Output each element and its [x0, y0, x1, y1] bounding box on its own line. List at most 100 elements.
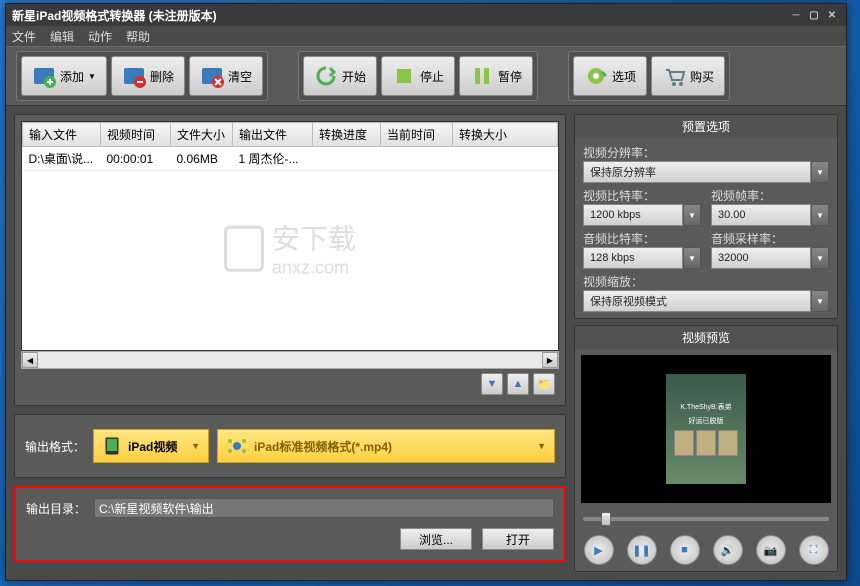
col-output[interactable]: 输出文件: [233, 123, 313, 147]
toolbar-group-file: 添加 ▼ 删除 清空: [16, 51, 268, 101]
col-progress[interactable]: 转换进度: [313, 123, 381, 147]
chevron-down-icon[interactable]: ▼: [811, 204, 829, 226]
abit-select[interactable]: 128 kbps▼: [583, 247, 701, 269]
snapshot-button[interactable]: 📷: [756, 535, 786, 565]
delete-label: 删除: [150, 68, 174, 85]
preview-controls: ▶ ❚❚ ■ 🔊 📷 ⛶: [575, 529, 837, 571]
scroll-right-icon[interactable]: ▶: [542, 352, 558, 368]
video-thumbnail: K.TheShyB:表弟 好运已脱版: [666, 374, 746, 484]
vfps-label: 视频帧率：: [711, 189, 771, 203]
chevron-down-icon: ▼: [191, 441, 200, 451]
options-button[interactable]: 选项: [573, 56, 647, 96]
lock-icon: [224, 225, 264, 271]
options-label: 选项: [612, 68, 636, 85]
mute-button[interactable]: 🔊: [713, 535, 743, 565]
file-list-panel: 输入文件 视频时间 文件大小 输出文件 转换进度 当前时间 转换大小 D:\桌面…: [14, 114, 566, 406]
preview-title: 视频预览: [575, 326, 837, 349]
gear-icon: [584, 64, 608, 88]
watermark: 安下载 anxz.com: [224, 218, 356, 279]
list-buttons: ▼ ▲ 📁: [21, 369, 559, 399]
chevron-down-icon: ▼: [537, 441, 546, 451]
chevron-down-icon[interactable]: ▼: [811, 290, 829, 312]
toolbar-group-convert: 开始 停止 暂停: [298, 51, 538, 101]
vres-select[interactable]: 保持原分辨率▼: [583, 161, 829, 183]
open-folder-button[interactable]: 📁: [533, 373, 555, 395]
preview-caption1: K.TheShyB:表弟: [680, 402, 731, 412]
stop-label: 停止: [420, 68, 444, 85]
start-button[interactable]: 开始: [303, 56, 377, 96]
preview-video[interactable]: K.TheShyB:表弟 好运已脱版: [581, 355, 831, 503]
start-label: 开始: [342, 68, 366, 85]
watermark-text1: 安下载: [272, 218, 356, 258]
app-window: 新星iPad视频格式转换器 (未注册版本) ─ ▢ ✕ 文件 编辑 动作 帮助 …: [5, 3, 847, 581]
app-title: 新星iPad视频格式转换器 (未注册版本): [12, 7, 217, 24]
scroll-left-icon[interactable]: ◀: [22, 352, 38, 368]
format-category-select[interactable]: iPad视频 ▼: [93, 429, 209, 463]
file-table[interactable]: 输入文件 视频时间 文件大小 输出文件 转换进度 当前时间 转换大小 D:\桌面…: [21, 121, 559, 351]
browse-button[interactable]: 浏览...: [400, 528, 472, 550]
col-csize[interactable]: 转换大小: [453, 123, 558, 147]
pause-label: 暂停: [498, 68, 522, 85]
maximize-icon[interactable]: ▢: [806, 8, 822, 22]
col-input[interactable]: 输入文件: [23, 123, 101, 147]
output-panel: 输出目录： 浏览... 打开: [14, 486, 566, 562]
delete-button[interactable]: 删除: [111, 56, 185, 96]
stop-button[interactable]: 停止: [381, 56, 455, 96]
cell-progress: [313, 147, 381, 171]
preview-panel: 视频预览 K.TheShyB:表弟 好运已脱版 ▶ ❚❚ ■ 🔊 �: [574, 325, 838, 572]
play-button[interactable]: ▶: [584, 535, 614, 565]
col-curtime[interactable]: 当前时间: [381, 123, 453, 147]
vscale-label: 视频缩放：: [583, 275, 643, 289]
vfps-select[interactable]: 30.00▼: [711, 204, 829, 226]
output-dir-input[interactable]: [94, 498, 554, 518]
seek-slider[interactable]: [575, 509, 837, 529]
vbit-label: 视频比特率：: [583, 189, 655, 203]
cell-vtime: 00:00:01: [101, 147, 171, 171]
chevron-down-icon[interactable]: ▼: [683, 247, 701, 269]
pause-preview-button[interactable]: ❚❚: [627, 535, 657, 565]
menu-edit[interactable]: 编辑: [50, 28, 74, 45]
film-add-icon: [32, 64, 56, 88]
preset-panel: 预置选项 视频分辨率： 保持原分辨率▼ 视频比特率： 1200 kbps▼ 视频…: [574, 114, 838, 319]
asr-select[interactable]: 32000▼: [711, 247, 829, 269]
menu-file[interactable]: 文件: [12, 28, 36, 45]
move-down-button[interactable]: ▼: [481, 373, 503, 395]
chevron-down-icon[interactable]: ▼: [683, 204, 701, 226]
titlebar[interactable]: 新星iPad视频格式转换器 (未注册版本) ─ ▢ ✕: [6, 4, 846, 26]
clear-label: 清空: [228, 68, 252, 85]
film-delete-icon: [122, 64, 146, 88]
menu-action[interactable]: 动作: [88, 28, 112, 45]
pause-icon: [470, 64, 494, 88]
open-button[interactable]: 打开: [482, 528, 554, 550]
seek-thumb[interactable]: [601, 512, 611, 526]
chevron-down-icon[interactable]: ▼: [811, 247, 829, 269]
stop-preview-button[interactable]: ■: [670, 535, 700, 565]
col-vtime[interactable]: 视频时间: [101, 123, 171, 147]
add-button[interactable]: 添加 ▼: [21, 56, 107, 96]
format-label: 输出格式：: [25, 438, 85, 455]
clear-button[interactable]: 清空: [189, 56, 263, 96]
toolbar: 添加 ▼ 删除 清空 开始 停止 暂停: [6, 46, 846, 106]
col-fsize[interactable]: 文件大小: [171, 123, 233, 147]
move-up-button[interactable]: ▲: [507, 373, 529, 395]
close-icon[interactable]: ✕: [824, 8, 840, 22]
fullscreen-button[interactable]: ⛶: [799, 535, 829, 565]
buy-button[interactable]: 购买: [651, 56, 725, 96]
buy-label: 购买: [690, 68, 714, 85]
h-scrollbar[interactable]: ◀ ▶: [21, 351, 559, 369]
pause-button[interactable]: 暂停: [459, 56, 533, 96]
output-dir-label: 输出目录：: [26, 500, 86, 517]
stop-icon: [392, 64, 416, 88]
cell-output: 1 周杰伦-...: [233, 147, 313, 171]
vbit-select[interactable]: 1200 kbps▼: [583, 204, 701, 226]
film-clear-icon: [200, 64, 224, 88]
minimize-icon[interactable]: ─: [788, 8, 804, 22]
dots-icon: [226, 435, 248, 457]
menu-help[interactable]: 帮助: [126, 28, 150, 45]
vscale-select[interactable]: 保持原视频模式▼: [583, 290, 829, 312]
preset-title: 预置选项: [575, 115, 837, 138]
cart-icon: [662, 64, 686, 88]
chevron-down-icon[interactable]: ▼: [811, 161, 829, 183]
table-row[interactable]: D:\桌面\说... 00:00:01 0.06MB 1 周杰伦-...: [23, 147, 558, 171]
format-preset-select[interactable]: iPad标准视频格式(*.mp4) ▼: [217, 429, 555, 463]
